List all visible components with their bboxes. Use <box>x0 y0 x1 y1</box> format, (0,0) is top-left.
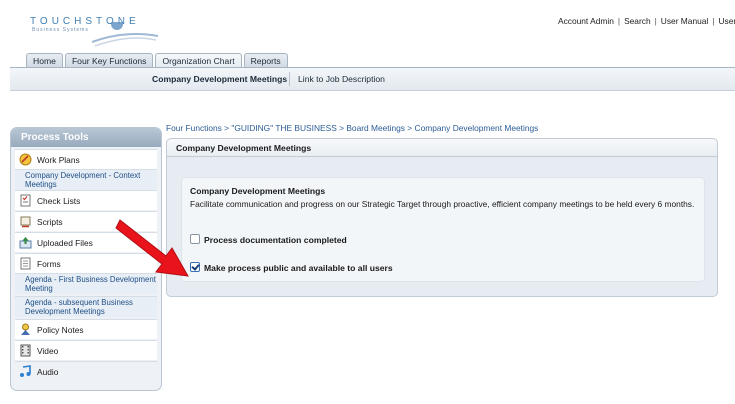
logo-subtitle: Business Systems <box>32 27 89 33</box>
make-public-checkbox-row[interactable]: Make process public and available to all… <box>190 262 393 273</box>
tab-home[interactable]: Home <box>26 53 63 68</box>
process-card: Company Development Meetings Facilitate … <box>181 177 705 282</box>
sidebar-item-label: Policy Notes <box>37 325 84 335</box>
scripts-icon <box>20 216 31 228</box>
subnav-divider <box>289 72 290 86</box>
red-arrow-icon <box>115 219 189 277</box>
forms-icon <box>20 257 31 270</box>
sidebar-item-label: Scripts <box>37 217 63 227</box>
sidebar-item-video[interactable]: Video <box>15 340 157 360</box>
subnav-job-description-link[interactable]: Link to Job Description <box>298 74 385 84</box>
search-link[interactable]: Search <box>624 16 651 26</box>
sidebar-link-agenda-subsequent[interactable]: Agenda - subsequent Business Development… <box>15 296 157 317</box>
checkbox-label: Make process public and available to all… <box>204 263 393 273</box>
top-links: Account Admin|Search|User Manual|User S <box>558 16 735 26</box>
tab-reports[interactable]: Reports <box>243 53 288 68</box>
sidebar-item-check-lists[interactable]: Check Lists <box>15 190 157 210</box>
sidebar-item-work-plans[interactable]: Work Plans <box>15 149 157 169</box>
account-admin-link[interactable]: Account Admin <box>558 16 614 26</box>
card-title: Company Development Meetings <box>190 186 326 196</box>
sidebar-title: Process Tools <box>11 128 161 147</box>
breadcrumb[interactable]: Four Functions > "GUIDING" THE BUSINESS … <box>166 123 538 133</box>
user-manual-link[interactable]: User Manual <box>661 16 708 26</box>
touchstone-logo[interactable]: TOUCHSTONE Business Systems <box>30 16 159 47</box>
card-description: Facilitate communication and progress on… <box>190 199 695 209</box>
audio-icon <box>20 365 31 377</box>
video-icon <box>20 344 31 357</box>
checkbox-label: Process documentation completed <box>204 235 347 245</box>
sidebar-item-audio[interactable]: Audio <box>15 361 157 381</box>
sidebar-item-label: Uploaded Files <box>37 238 93 248</box>
user-link[interactable]: User S <box>718 16 735 26</box>
sub-navigation: Company Development Meetings Link to Job… <box>10 67 735 91</box>
main-panel-title: Company Development Meetings <box>167 139 717 157</box>
work-plans-icon <box>19 153 32 166</box>
policy-icon <box>21 323 30 335</box>
sidebar-item-label: Work Plans <box>37 155 80 165</box>
sidebar-link-context-meetings[interactable]: Company Development - Context Meetings <box>15 169 157 190</box>
process-completed-checkbox-row[interactable]: Process documentation completed <box>190 234 347 245</box>
sidebar-item-label: Forms <box>37 259 61 269</box>
main-panel: Company Development Meetings Company Dev… <box>166 138 718 297</box>
tab-four-key-functions[interactable]: Four Key Functions <box>64 53 154 68</box>
sidebar-item-label: Audio <box>37 367 59 377</box>
main-tabs: Home Four Key Functions Organization Cha… <box>26 53 288 68</box>
sidebar-item-label: Check Lists <box>37 196 81 206</box>
upload-icon <box>19 237 32 249</box>
sidebar-item-policy-notes[interactable]: Policy Notes <box>15 319 157 339</box>
subnav-current-page[interactable]: Company Development Meetings <box>152 74 287 84</box>
tab-organization-chart[interactable]: Organization Chart <box>155 53 242 68</box>
checklist-icon <box>20 194 31 207</box>
logo-swoosh-icon <box>91 22 159 47</box>
sidebar-item-label: Video <box>37 346 59 356</box>
